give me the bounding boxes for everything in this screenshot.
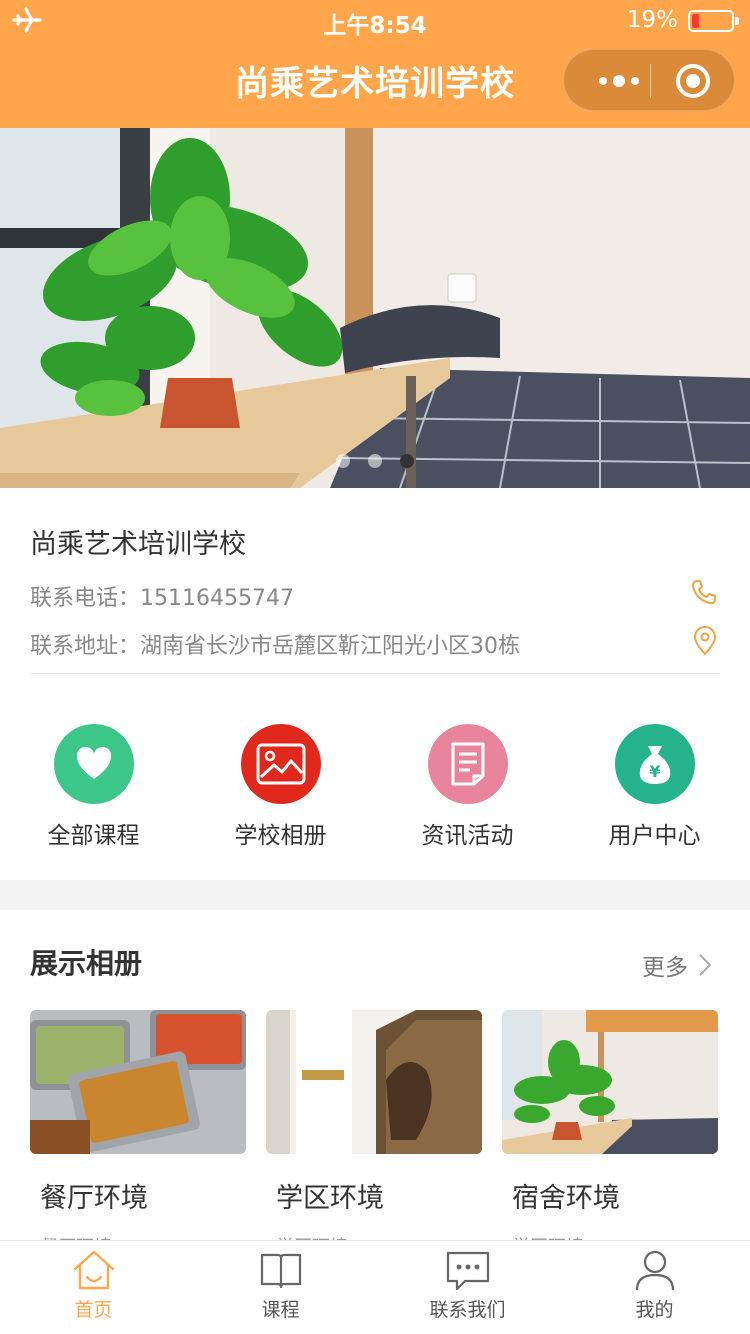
- album-card-title: 宿舍环境: [512, 1183, 620, 1214]
- album-card-title: 餐厅环境: [40, 1183, 148, 1214]
- tab-mine[interactable]: 我的: [561, 1241, 748, 1334]
- address-row[interactable]: 联系地址：湖南省长沙市岳麓区靳江阳光小区30栋: [30, 626, 720, 660]
- money-bag-icon: ¥: [614, 724, 695, 804]
- book-icon: [260, 1253, 301, 1289]
- carousel-dot-active[interactable]: [400, 454, 414, 468]
- menu-label: 资讯活动: [421, 823, 514, 849]
- menu-user-center[interactable]: ¥ 用户中心: [561, 724, 748, 850]
- album-card[interactable]: 宿舍环境 学区环境: [502, 1010, 718, 1259]
- mini-program-capsule: [563, 49, 735, 111]
- more-menu-button[interactable]: [584, 50, 654, 112]
- album-title: 展示相册: [30, 947, 143, 980]
- tab-label: 联系我们: [429, 1299, 506, 1321]
- close-mini-program-button[interactable]: [676, 64, 710, 98]
- heart-icon: [53, 724, 134, 804]
- album-card[interactable]: 学区环境 学区环境: [266, 1010, 482, 1259]
- tab-contact[interactable]: 联系我们: [374, 1241, 561, 1334]
- menu-label: 用户中心: [608, 823, 701, 849]
- quick-menu: 全部课程 学校相册 资讯活动 ¥ 用户中心: [0, 704, 750, 854]
- location-pin-icon[interactable]: [692, 626, 718, 656]
- phone-row[interactable]: 联系电话：15116455747: [30, 580, 720, 612]
- document-icon: [427, 724, 508, 804]
- battery-icon: [688, 10, 739, 32]
- carousel-dot[interactable]: [336, 454, 350, 468]
- school-info: 尚乘艺术培训学校 联系电话：15116455747 联系地址：湖南省长沙市岳麓区…: [30, 488, 720, 674]
- carousel-indicators: [0, 454, 750, 468]
- battery-percentage: 19%: [626, 7, 678, 33]
- home-icon: [73, 1250, 114, 1290]
- carousel-dot[interactable]: [368, 454, 382, 468]
- address-label: 联系地址：: [30, 634, 141, 659]
- svg-text:¥: ¥: [649, 762, 660, 781]
- phone-number: 15116455747: [140, 586, 294, 611]
- album-thumbnail: [266, 1010, 482, 1154]
- album-thumbnail: [502, 1010, 718, 1154]
- banner-carousel[interactable]: [0, 128, 750, 488]
- top-bar: 上午8:54 19% 尚乘艺术培训学校: [0, 0, 750, 128]
- battery-level: [692, 14, 700, 28]
- menu-news-activities[interactable]: 资讯活动: [374, 724, 561, 850]
- user-icon: [635, 1250, 674, 1291]
- status-bar: 上午8:54 19%: [0, 0, 750, 40]
- tab-home[interactable]: 首页: [0, 1241, 187, 1334]
- school-name: 尚乘艺术培训学校: [30, 529, 246, 560]
- menu-label: 全部课程: [47, 823, 140, 849]
- menu-all-courses[interactable]: 全部课程: [0, 724, 187, 850]
- tab-label: 首页: [74, 1299, 113, 1321]
- album-card-title: 学区环境: [276, 1183, 384, 1214]
- address-text: 湖南省长沙市岳麓区靳江阳光小区30栋: [140, 634, 521, 659]
- album-more-link[interactable]: 更多: [642, 948, 712, 982]
- album-header: 展示相册 更多: [30, 910, 720, 1010]
- banner-image: [0, 128, 750, 488]
- more-label: 更多: [642, 955, 688, 981]
- menu-label: 学校相册: [234, 823, 327, 849]
- album-thumbnail: [30, 1010, 246, 1154]
- tab-label: 我的: [635, 1299, 674, 1321]
- section-divider: [0, 880, 750, 910]
- chevron-right-icon: [699, 954, 712, 976]
- menu-school-album[interactable]: 学校相册: [187, 724, 374, 850]
- capsule-divider: [650, 64, 651, 98]
- tab-courses[interactable]: 课程: [187, 1241, 374, 1334]
- phone-icon[interactable]: [690, 578, 718, 606]
- album-card[interactable]: 餐厅环境 餐厅环境: [30, 1010, 246, 1259]
- phone-label: 联系电话：: [30, 586, 141, 611]
- chat-icon: [446, 1251, 489, 1291]
- tab-bar: 首页 课程 联系我们 我的: [0, 1240, 750, 1334]
- tab-label: 课程: [261, 1299, 300, 1321]
- picture-icon: [240, 724, 321, 804]
